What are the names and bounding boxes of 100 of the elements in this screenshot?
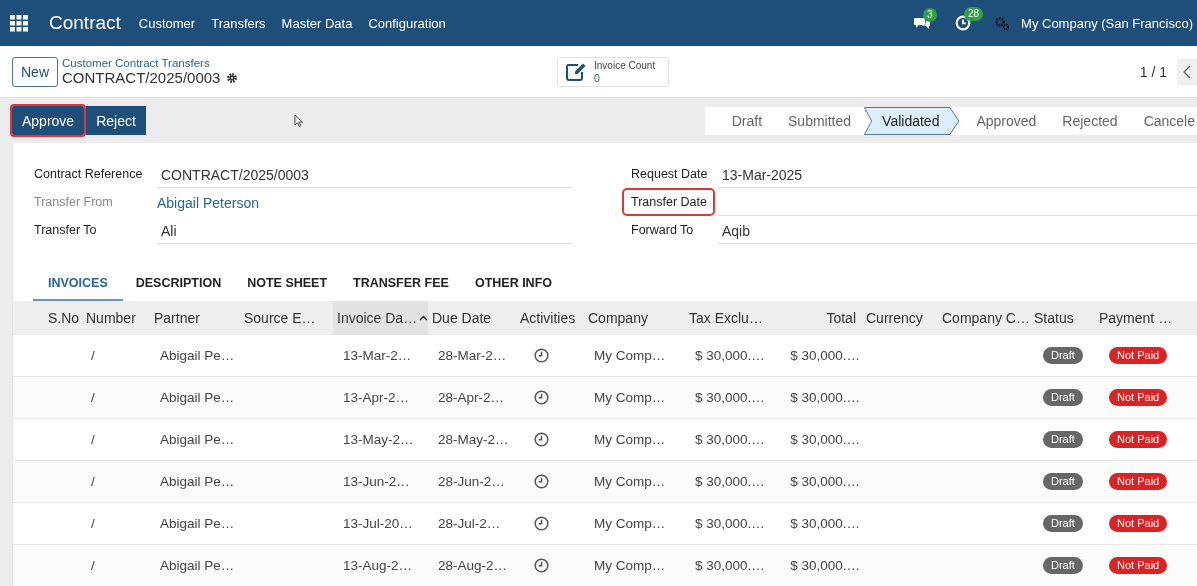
table-cell: Abigail Pe… — [160, 558, 235, 573]
column-header[interactable]: Payment … — [1095, 301, 1197, 335]
clock-icon[interactable] — [534, 558, 549, 573]
table-cell: 28-Aug-2… — [438, 558, 508, 573]
field-link[interactable]: Abigail Peterson — [157, 188, 573, 216]
status-stage[interactable]: Draft — [718, 106, 776, 135]
apps-menu-icon[interactable] — [10, 14, 29, 32]
breadcrumb-link[interactable]: Customer Contract Transfers — [62, 57, 557, 69]
activity-count-badge: 28 — [964, 7, 984, 21]
payment-badge: Not Paid — [1109, 473, 1168, 490]
table-cell: 13-Apr-2… — [343, 390, 410, 405]
table-cell: / — [91, 348, 95, 363]
field-value: 13-Mar-2025 — [718, 160, 1197, 188]
status-stage[interactable]: Rejected — [1049, 106, 1131, 135]
table-cell: 28-May-2… — [438, 432, 509, 447]
column-header[interactable]: Status — [1030, 301, 1095, 335]
table-cell: / — [91, 558, 95, 573]
status-stage[interactable]: Approved — [963, 106, 1050, 135]
column-header[interactable]: Company — [584, 301, 685, 335]
table-cell: 28-Jun-2… — [438, 474, 505, 489]
table-cell: $ 30,000.… — [695, 516, 765, 531]
field-label: Contract Reference — [34, 166, 144, 183]
table-cell: / — [91, 474, 95, 489]
clock-icon[interactable] — [534, 516, 549, 531]
menu-item[interactable]: Customer — [138, 15, 196, 31]
table-cell: / — [91, 516, 95, 531]
table-cell: $ 30,000.… — [790, 390, 860, 405]
table-cell: 13-Mar-2… — [343, 348, 412, 363]
column-header[interactable]: Activities — [516, 301, 584, 335]
menu-item[interactable]: Transfers — [211, 15, 266, 31]
app-title[interactable]: Contract — [49, 12, 121, 34]
chevron-left-icon — [1183, 64, 1191, 79]
status-badge: Draft — [1043, 515, 1083, 532]
column-header[interactable]: Source E… — [240, 301, 333, 335]
table-cell: $ 30,000.… — [790, 432, 860, 447]
column-header[interactable]: Due Date — [428, 301, 516, 335]
table-cell: / — [91, 432, 95, 447]
table-cell: 13-Jun-2… — [343, 474, 410, 489]
gear-icon[interactable] — [226, 71, 239, 84]
record-title: CONTRACT/2025/0003 — [62, 69, 221, 86]
status-badge: Draft — [1043, 557, 1083, 574]
previous-button[interactable] — [1177, 58, 1197, 85]
clock-icon[interactable] — [534, 474, 549, 489]
table-cell: Abigail Pe… — [160, 432, 235, 447]
status-badge: Draft — [1043, 347, 1083, 364]
table-cell: Abigail Pe… — [160, 348, 235, 363]
column-header[interactable]: Total — [769, 301, 862, 335]
field-label: Transfer Date — [624, 190, 713, 214]
table-cell: My Comp… — [594, 348, 666, 363]
field-label: Request Date — [631, 166, 709, 183]
column-header[interactable]: Number — [82, 301, 150, 335]
table-cell: $ 30,000.… — [790, 516, 860, 531]
pager-counter: 1 / 1 — [1139, 63, 1167, 80]
field-value: Aqib — [718, 216, 1197, 244]
status-stage[interactable]: Submitted — [775, 106, 865, 135]
new-button[interactable]: New — [12, 56, 58, 87]
column-header[interactable]: Currency — [862, 301, 938, 335]
status-stage[interactable]: Cancele — [1130, 106, 1197, 135]
field-label: Transfer To — [34, 222, 98, 239]
table-cell: My Comp… — [594, 558, 666, 573]
table-cell: $ 30,000.… — [695, 432, 765, 447]
invoice-count-button[interactable]: Invoice Count 0 — [557, 56, 669, 87]
column-header[interactable]: Company C… — [938, 301, 1030, 335]
table-cell: $ 30,000.… — [695, 390, 765, 405]
clock-icon[interactable] — [534, 432, 549, 447]
action-button[interactable]: Reject — [86, 106, 146, 135]
table-cell: $ 30,000.… — [790, 558, 860, 573]
action-button[interactable]: Approve — [12, 106, 85, 135]
company-switcher[interactable]: My Company (San Francisco) — [1021, 15, 1193, 31]
table-cell: 28-Mar-2… — [438, 348, 507, 363]
table-cell: $ 30,000.… — [695, 558, 765, 573]
mouse-cursor-icon — [293, 114, 303, 127]
field-label: Transfer From — [34, 194, 114, 211]
column-header[interactable]: Partner — [150, 301, 240, 335]
table-cell: $ 30,000.… — [790, 474, 860, 489]
table-cell: $ 30,000.… — [790, 348, 860, 363]
payment-badge: Not Paid — [1109, 557, 1168, 574]
payment-badge: Not Paid — [1109, 389, 1168, 406]
table-cell: $ 30,000.… — [695, 348, 765, 363]
table-cell: / — [91, 390, 95, 405]
menu-item[interactable]: Master Data — [281, 15, 353, 31]
menu-item[interactable]: Configuration — [368, 15, 446, 31]
status-stage[interactable]: Validated — [864, 106, 960, 135]
table-cell: Abigail Pe… — [160, 474, 235, 489]
table-cell: 13-Aug-2… — [343, 558, 413, 573]
sort-ascending-icon — [419, 315, 428, 321]
tab[interactable]: DESCRIPTION — [122, 267, 235, 301]
message-count-badge: 3 — [923, 7, 937, 22]
tab[interactable]: NOTE SHEET — [234, 267, 341, 301]
clock-icon[interactable] — [534, 390, 549, 405]
table-cell: My Comp… — [594, 474, 666, 489]
clock-icon[interactable] — [534, 348, 549, 363]
field-label: Forward To — [631, 222, 695, 239]
table-cell: $ 30,000.… — [695, 474, 765, 489]
column-header[interactable]: Tax Exclu… — [685, 301, 769, 335]
payment-badge: Not Paid — [1109, 347, 1168, 364]
column-header[interactable]: S.No — [13, 301, 82, 335]
tab[interactable]: TRANSFER FEE — [340, 267, 462, 301]
column-header[interactable]: Invoice Da… — [333, 301, 428, 335]
tab[interactable]: OTHER INFO — [461, 267, 565, 301]
